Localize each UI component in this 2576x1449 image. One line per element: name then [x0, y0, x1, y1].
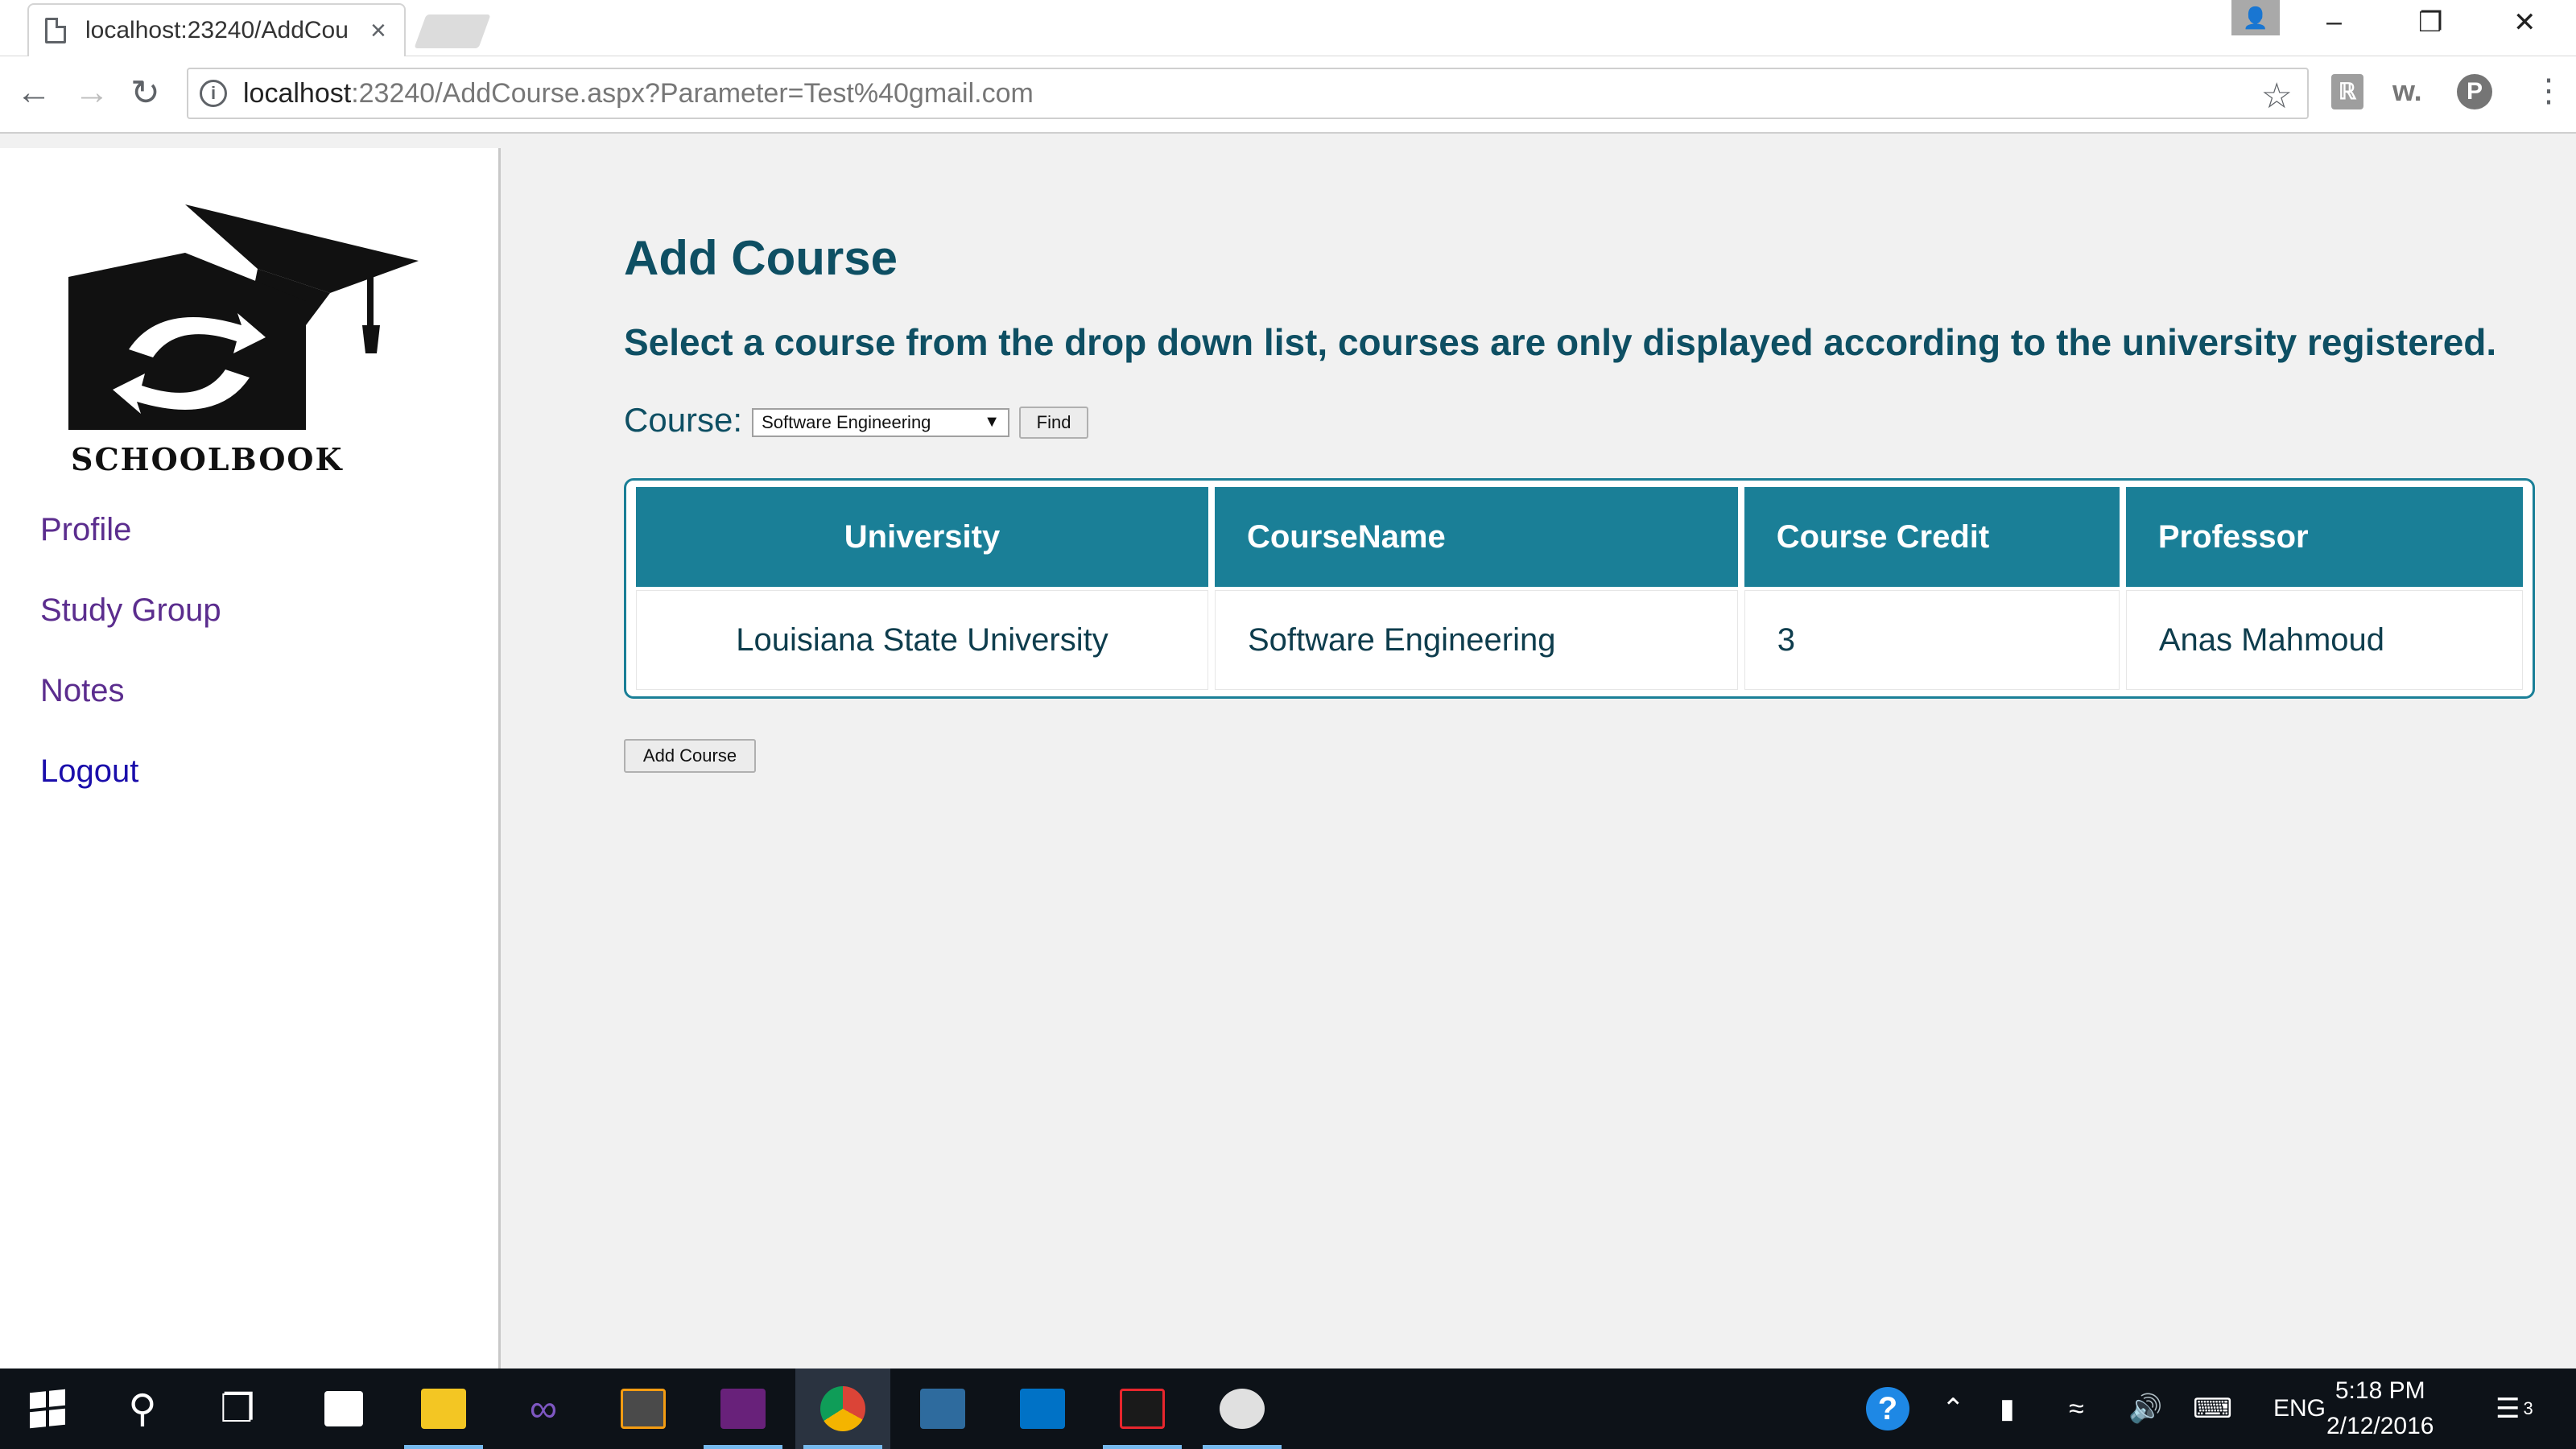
menu-dots-icon[interactable]: ⋮ — [2533, 72, 2565, 109]
extension-icon[interactable]: ℝ — [2331, 74, 2363, 109]
schoolbook-logo — [68, 204, 419, 430]
page-icon — [45, 18, 66, 43]
tab-title: localhost:23240/AddCou — [85, 17, 349, 43]
mysql-icon — [920, 1389, 965, 1429]
bookmark-star-icon[interactable]: ☆ — [2261, 76, 2293, 117]
profile-icon[interactable]: 👤 — [2231, 0, 2280, 35]
start-button[interactable] — [0, 1368, 95, 1449]
windows-logo-icon — [30, 1389, 65, 1429]
column-header-course-credit: Course Credit — [1744, 487, 2120, 587]
keyboard-icon[interactable]: ⌨ — [2193, 1368, 2232, 1449]
course-dropdown-value: Software Engineering — [762, 412, 931, 432]
taskbar-store[interactable] — [296, 1368, 391, 1449]
action-center-icon[interactable]: ☰ 3 — [2496, 1368, 2533, 1449]
browser-tab[interactable]: localhost:23240/AddCou × — [27, 3, 406, 56]
info-icon[interactable]: i — [200, 80, 227, 107]
show-hidden-icons-icon[interactable]: ⌃ — [1942, 1368, 1965, 1449]
find-button[interactable]: Find — [1019, 407, 1089, 439]
help-icon[interactable]: ? — [1866, 1387, 1909, 1430]
url-host: localhost — [243, 77, 352, 109]
outlook-icon — [1020, 1389, 1065, 1429]
wifi-icon[interactable]: ≈ — [2069, 1368, 2084, 1449]
taskbar-visual-studio[interactable] — [696, 1368, 791, 1449]
search-icon: ⚲ — [128, 1388, 157, 1430]
clock-date: 2/12/2016 — [2326, 1413, 2434, 1439]
course-table: University CourseName Course Credit Prof… — [624, 478, 2535, 699]
taskbar-acrobat[interactable] — [1095, 1368, 1190, 1449]
clock[interactable]: 5:18 PM 2/12/2016 — [2326, 1368, 2434, 1449]
taskbar-mysql[interactable] — [895, 1368, 990, 1449]
dropdown-arrow-icon: ▼ — [984, 413, 1001, 431]
sidebar-link-profile[interactable]: Profile — [40, 512, 131, 548]
battery-icon[interactable]: ▮ — [2000, 1368, 2015, 1449]
page-title: Add Course — [624, 231, 898, 285]
table-header-row: University CourseName Course Credit Prof… — [636, 487, 2523, 587]
taskbar-chrome[interactable] — [795, 1368, 890, 1449]
volume-icon[interactable]: 🔊 — [2128, 1368, 2162, 1449]
restore-icon[interactable]: ❐ — [2418, 6, 2442, 39]
language-indicator[interactable]: ENG — [2273, 1368, 2326, 1449]
sidebar: SCHOOLBOOK Profile Study Group Notes Log… — [0, 148, 501, 1368]
course-dropdown[interactable]: Software Engineering ▼ — [752, 408, 1010, 437]
close-window-icon[interactable]: ✕ — [2513, 6, 2537, 39]
taskbar-file-explorer[interactable] — [396, 1368, 491, 1449]
acrobat-icon — [1120, 1389, 1165, 1429]
course-filter-row: Course: Software Engineering ▼ Find — [624, 401, 1089, 440]
notification-count: 3 — [2523, 1398, 2533, 1418]
cell-professor: Anas Mahmoud — [2125, 590, 2523, 690]
minimize-icon[interactable]: – — [2326, 6, 2342, 38]
extension-w-icon[interactable]: w. — [2392, 74, 2422, 108]
taskbar-outlook[interactable] — [995, 1368, 1090, 1449]
table-row[interactable]: Louisiana State University Software Engi… — [636, 590, 2523, 690]
column-header-course-name: CourseName — [1214, 487, 1738, 587]
column-header-university: University — [636, 487, 1208, 587]
cell-course-credit: 3 — [1744, 590, 2120, 690]
course-label: Course: — [624, 401, 743, 439]
reload-icon[interactable]: ↻ — [130, 72, 160, 114]
new-tab-button[interactable] — [414, 14, 491, 48]
sublime-icon — [621, 1389, 666, 1429]
close-tab-icon[interactable]: × — [370, 15, 386, 47]
instructions-text: Select a course from the drop down list,… — [624, 321, 2497, 363]
sidebar-link-study-group[interactable]: Study Group — [40, 592, 221, 629]
web-page: SCHOOLBOOK Profile Study Group Notes Log… — [0, 135, 2576, 1368]
sidebar-link-notes[interactable]: Notes — [40, 673, 125, 709]
add-course-button[interactable]: Add Course — [624, 739, 756, 773]
search-button[interactable]: ⚲ — [95, 1368, 190, 1449]
taskbar-paint[interactable] — [1195, 1368, 1290, 1449]
logo-text: SCHOOLBOOK — [71, 441, 344, 477]
windows-taskbar: ⚲ ❐ ∞ ? ⌃ ▮ ≈ 🔊 ⌨ ENG 5:18 PM 2/12/2016 … — [0, 1368, 2576, 1449]
folder-icon — [421, 1389, 466, 1429]
visual-studio-icon — [720, 1389, 766, 1429]
infinity-icon: ∞ — [529, 1387, 558, 1430]
cell-course-name: Software Engineering — [1214, 590, 1738, 690]
task-view-button[interactable]: ❐ — [190, 1368, 285, 1449]
extension-p-icon[interactable]: P — [2457, 74, 2492, 109]
chrome-icon — [820, 1386, 865, 1431]
paint-icon — [1220, 1389, 1265, 1429]
column-header-professor: Professor — [2125, 487, 2523, 587]
url-path: :23240/AddCourse.aspx?Parameter=Test%40g… — [351, 77, 1034, 109]
address-bar[interactable]: i localhost:23240/AddCourse.aspx?Paramet… — [187, 68, 2309, 119]
store-icon — [324, 1391, 363, 1426]
clock-time: 5:18 PM — [2334, 1377, 2425, 1404]
forward-arrow-icon[interactable]: → — [74, 72, 109, 113]
browser-toolbar: ← → ↻ i localhost:23240/AddCourse.aspx?P… — [0, 56, 2576, 134]
cell-university: Louisiana State University — [636, 590, 1208, 690]
taskbar-sublime[interactable] — [596, 1368, 691, 1449]
taskbar-infinity-app[interactable]: ∞ — [496, 1368, 591, 1449]
back-arrow-icon[interactable]: ← — [16, 72, 52, 113]
browser-tabstrip: localhost:23240/AddCou × 👤 – ❐ ✕ — [0, 0, 2576, 56]
task-view-icon: ❐ — [220, 1388, 255, 1430]
sidebar-link-logout[interactable]: Logout — [40, 753, 138, 790]
